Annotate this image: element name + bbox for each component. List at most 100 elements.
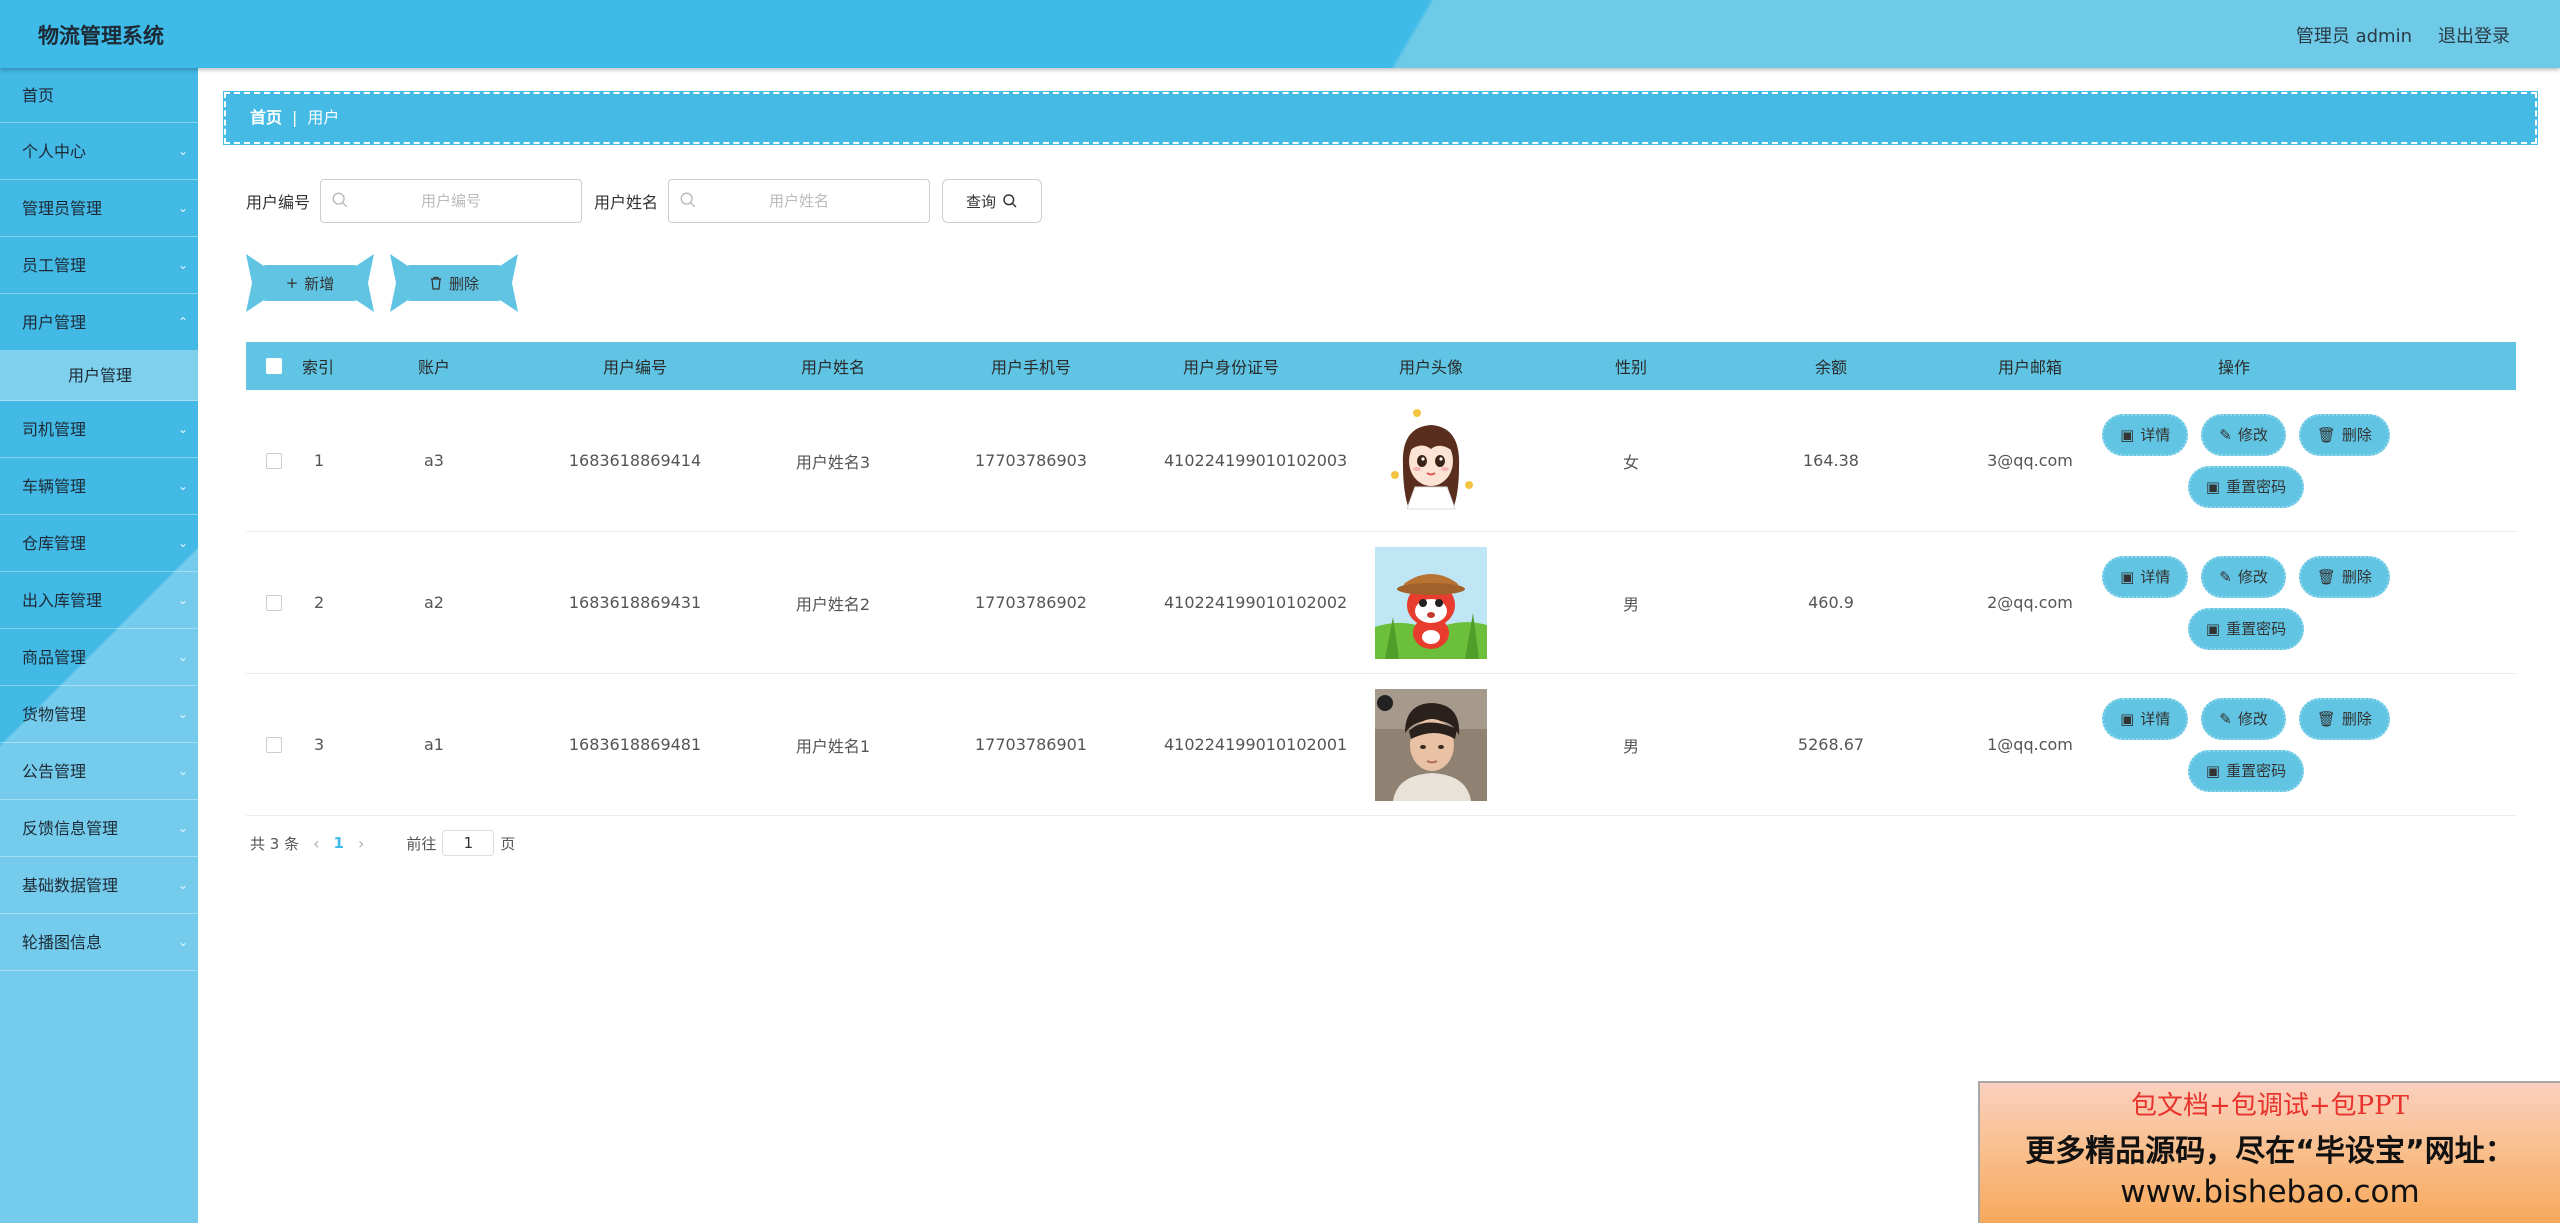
search-bar: 用户编号 用户姓名 查询 bbox=[246, 178, 1043, 224]
cell-sex: 男 bbox=[1622, 594, 1639, 614]
cell-balance: 5268.67 bbox=[1797, 735, 1865, 754]
row-delete-button[interactable]: 🗑 删除 bbox=[2298, 555, 2390, 598]
cell-id-card: 410224199010102002 bbox=[1164, 593, 1348, 612]
sidebar-item-user-manage[interactable]: 用户管理 ⌃ bbox=[0, 294, 198, 351]
sidebar-item-feedback-manage[interactable]: 反馈信息管理 ⌄ bbox=[0, 800, 198, 857]
reset-password-button[interactable]: ▣ 重置密码 bbox=[2187, 749, 2305, 792]
pencil-icon: ✎ bbox=[2219, 425, 2232, 444]
pencil-icon: ✎ bbox=[2219, 709, 2232, 728]
chevron-down-icon: ⌄ bbox=[177, 707, 188, 721]
cell-index: 2 bbox=[314, 593, 325, 612]
col-user-name: 用户姓名 bbox=[800, 358, 865, 377]
detail-button[interactable]: ▣ 详情 bbox=[2102, 413, 2189, 456]
ribbon-right-icon bbox=[500, 254, 518, 312]
breadcrumb-separator: | bbox=[292, 108, 298, 127]
row-delete-button[interactable]: 🗑 删除 bbox=[2298, 413, 2390, 456]
cell-account: a1 bbox=[424, 735, 444, 754]
sidebar-subitem-user-manage[interactable]: 用户管理 bbox=[0, 351, 198, 401]
sidebar-item-label: 管理员管理 bbox=[22, 199, 103, 218]
promo-banner: 包文档+包调试+包PPT 更多精品源码，尽在“毕设宝”网址： www.bishe… bbox=[1978, 1081, 2560, 1223]
reset-password-button[interactable]: ▣ 重置密码 bbox=[2187, 607, 2305, 650]
document-icon: ▣ bbox=[2120, 709, 2135, 728]
chevron-down-icon: ⌄ bbox=[177, 935, 188, 949]
cell-balance: 164.38 bbox=[1803, 451, 1859, 470]
trash-icon: 🗑 bbox=[2316, 567, 2336, 586]
trash-icon bbox=[430, 276, 441, 290]
search-icon bbox=[680, 192, 696, 208]
table-row: 1 a3 1683618869414 用户姓名3 17703786903 410… bbox=[246, 390, 2516, 532]
breadcrumb-current: 用户 bbox=[307, 108, 340, 127]
edit-button[interactable]: ✎ 修改 bbox=[2201, 697, 2286, 740]
sidebar-item-label: 货物管理 bbox=[22, 705, 87, 724]
add-button-body[interactable]: + 新增 bbox=[262, 265, 358, 301]
page-number[interactable]: 1 bbox=[334, 834, 344, 852]
col-index: 索引 bbox=[302, 358, 335, 377]
page-jump-input[interactable] bbox=[442, 830, 495, 856]
next-page-icon[interactable]: › bbox=[358, 834, 364, 853]
user-no-input[interactable] bbox=[321, 180, 582, 222]
trash-icon: 🗑 bbox=[2316, 425, 2336, 444]
sidebar-item-carousel-info[interactable]: 轮播图信息 ⌄ bbox=[0, 914, 198, 971]
edit-button[interactable]: ✎ 修改 bbox=[2201, 413, 2286, 456]
goto-label: 前往 bbox=[406, 834, 437, 853]
col-actions: 操作 bbox=[2217, 358, 2250, 377]
edit-button[interactable]: ✎ 修改 bbox=[2201, 555, 2286, 598]
detail-button[interactable]: ▣ 详情 bbox=[2102, 555, 2189, 598]
sidebar-item-label: 公告管理 bbox=[22, 762, 87, 781]
sidebar-item-personal-center[interactable]: 个人中心 ⌄ bbox=[0, 123, 198, 180]
select-all-checkbox[interactable] bbox=[266, 358, 282, 374]
breadcrumb-home[interactable]: 首页 bbox=[250, 108, 282, 127]
cell-account: a2 bbox=[424, 593, 444, 612]
logout-link[interactable]: 退出登录 bbox=[2438, 22, 2510, 48]
sidebar-item-home[interactable]: 首页 bbox=[0, 68, 198, 123]
cell-user-name: 用户姓名3 bbox=[795, 452, 871, 472]
user-name-input[interactable] bbox=[669, 180, 930, 222]
table-row: 3 a1 1683618869481 用户姓名1 17703786901 410… bbox=[246, 674, 2516, 816]
query-button[interactable]: 查询 bbox=[942, 179, 1043, 223]
sidebar-item-driver-manage[interactable]: 司机管理 ⌄ bbox=[0, 401, 198, 458]
row-checkbox[interactable] bbox=[266, 736, 282, 753]
sidebar-item-admin-manage[interactable]: 管理员管理 ⌄ bbox=[0, 180, 198, 237]
delete-button-body[interactable]: 删除 bbox=[406, 265, 502, 301]
row-actions: ▣ 详情 ✎ 修改 🗑 删除 ▣ 重置密码 bbox=[2096, 413, 2396, 508]
col-user-no: 用户编号 bbox=[602, 358, 667, 377]
reset-password-button[interactable]: ▣ 重置密码 bbox=[2187, 465, 2305, 508]
sidebar-item-warehouse-manage[interactable]: 仓库管理 ⌄ bbox=[0, 515, 198, 572]
sidebar-item-label: 个人中心 bbox=[22, 142, 87, 161]
query-button-label: 查询 bbox=[966, 192, 997, 211]
col-account: 账户 bbox=[417, 358, 450, 377]
promo-line-2: 更多精品源码，尽在“毕设宝”网址： bbox=[2025, 1134, 2515, 1169]
sidebar-item-notice-manage[interactable]: 公告管理 ⌄ bbox=[0, 743, 198, 800]
document-icon: ▣ bbox=[2120, 425, 2135, 444]
chevron-down-icon: ⌄ bbox=[177, 821, 188, 835]
sidebar-item-label: 司机管理 bbox=[22, 420, 87, 439]
sidebar-item-inout-manage[interactable]: 出入库管理 ⌄ bbox=[0, 572, 198, 629]
chevron-down-icon: ⌄ bbox=[177, 650, 188, 664]
plus-icon: + bbox=[285, 274, 299, 292]
sidebar-item-basedata-manage[interactable]: 基础数据管理 ⌄ bbox=[0, 857, 198, 914]
promo-line-3: www.bishebao.com bbox=[2120, 1174, 2420, 1210]
user-table: 索引 账户 用户编号 用户姓名 用户手机号 用户身份证号 用户头像 性别 余额 … bbox=[246, 342, 2516, 816]
row-actions: ▣ 详情 ✎ 修改 🗑 删除 ▣ 重置密码 bbox=[2096, 697, 2396, 792]
cell-email: 3@qq.com bbox=[1987, 451, 2073, 470]
document-icon: ▣ bbox=[2205, 477, 2221, 496]
sidebar-item-label: 首页 bbox=[22, 86, 55, 105]
document-icon: ▣ bbox=[2120, 567, 2135, 586]
row-delete-button[interactable]: 🗑 删除 bbox=[2298, 697, 2390, 740]
pencil-icon: ✎ bbox=[2219, 567, 2232, 586]
chevron-down-icon: ⌄ bbox=[177, 878, 188, 892]
detail-button[interactable]: ▣ 详情 bbox=[2102, 697, 2189, 740]
sidebar-item-employee-manage[interactable]: 员工管理 ⌄ bbox=[0, 237, 198, 294]
delete-button[interactable]: 删除 bbox=[390, 254, 518, 312]
col-id-card: 用户身份证号 bbox=[1182, 358, 1279, 377]
add-button[interactable]: + 新增 bbox=[246, 254, 374, 312]
row-checkbox[interactable] bbox=[266, 452, 282, 469]
sidebar: 首页 个人中心 ⌄ 管理员管理 ⌄ 员工管理 ⌄ 用户管理 ⌃ 用户管理 司机管理 ⌄ 车… bbox=[0, 68, 198, 1223]
user-name-field-wrap bbox=[668, 179, 931, 223]
sidebar-item-vehicle-manage[interactable]: 车辆管理 ⌄ bbox=[0, 458, 198, 515]
chevron-down-icon: ⌄ bbox=[177, 479, 188, 493]
row-checkbox[interactable] bbox=[266, 594, 282, 611]
sidebar-item-cargo-manage[interactable]: 货物管理 ⌄ bbox=[0, 686, 198, 743]
sidebar-item-product-manage[interactable]: 商品管理 ⌄ bbox=[0, 629, 198, 686]
prev-page-icon[interactable]: ‹ bbox=[313, 834, 319, 853]
